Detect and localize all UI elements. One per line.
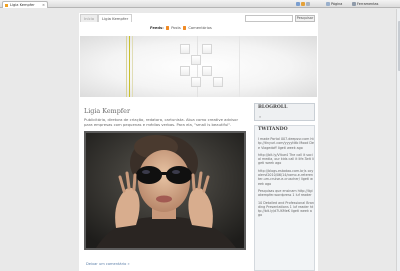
tools-menu[interactable]: Ferramentas <box>352 1 378 7</box>
banner-square <box>202 66 212 76</box>
print-icon <box>306 2 310 6</box>
banner-square <box>180 66 190 76</box>
twitter-widget: TWITANDO I made Portal 007.deepsvr.com h… <box>254 125 315 271</box>
twitter-title: TWITANDO <box>258 127 288 132</box>
blogroll-bullet[interactable]: » <box>259 115 261 119</box>
banner-line <box>197 36 198 97</box>
banner-line <box>239 36 240 97</box>
post-title[interactable]: Ligia Kempfer <box>84 107 130 115</box>
feed-icon <box>301 2 305 6</box>
page-menu-label: Página <box>331 2 343 6</box>
tweet-item[interactable]: http://bit.ly/Vltue4 The call it social … <box>258 153 314 166</box>
banner-square <box>202 44 212 54</box>
banner-square <box>180 44 190 54</box>
nav-tab-home[interactable]: Início <box>80 14 99 22</box>
browser-chrome: Ligia Kempfer × Página Ferramentas <box>0 0 400 8</box>
home-icon <box>296 2 300 6</box>
blogroll-widget: BLOGROLL » <box>254 103 315 121</box>
home-button[interactable] <box>296 1 310 7</box>
page-icon <box>326 2 330 6</box>
tab-title: Ligia Kempfer <box>10 2 35 7</box>
portrait-image <box>86 133 244 248</box>
banner-line <box>132 36 133 97</box>
comments-link[interactable]: Deixar um comentário » <box>86 262 130 266</box>
tweet-item[interactable]: I made Portal 007.deepsvr.com http://tin… <box>258 137 314 150</box>
feeds-bar: Feeds: Posts Comentários <box>150 26 212 30</box>
blogroll-title: BLOGROLL <box>258 105 288 110</box>
tweet-item[interactable]: http://blogs.estadao.com.br/s ocyalerst2… <box>258 169 314 186</box>
rss-icon <box>165 26 170 30</box>
rss-icon <box>182 26 187 30</box>
tweet-list: I made Portal 007.deepsvr.com http://tin… <box>258 137 314 221</box>
tab-favicon-icon <box>5 3 8 7</box>
nav-tab-active[interactable]: Ligia Kempfer <box>98 14 133 22</box>
top-navigation: Início Ligia Kempfer Pesquisar <box>79 14 318 23</box>
banner-square <box>191 77 201 87</box>
feeds-label: Feeds: <box>150 26 164 30</box>
header-banner <box>80 36 317 97</box>
tab-close-icon[interactable]: × <box>42 3 45 7</box>
tools-menu-label: Ferramentas <box>357 2 379 6</box>
post-text: Publicitária, diretora de criação, redat… <box>84 117 239 127</box>
tools-icon <box>352 2 356 6</box>
tweet-item[interactable]: 10 Detailed and Professional Branding Pr… <box>258 201 314 218</box>
banner-line <box>129 36 130 97</box>
page-scrollbar[interactable] <box>396 9 400 271</box>
feed-posts-link[interactable]: Posts <box>171 26 181 30</box>
search-button[interactable]: Pesquisar <box>295 15 315 22</box>
banner-line <box>126 36 127 97</box>
tweet-item[interactable]: Pesquisas que ensinam http://ligiakempfe… <box>258 189 314 198</box>
banner-square <box>213 77 223 87</box>
search-input[interactable] <box>245 15 293 22</box>
banner-square <box>191 55 201 65</box>
page-menu[interactable]: Página <box>326 1 342 7</box>
browser-tab[interactable]: Ligia Kempfer × <box>2 1 48 8</box>
feed-comments-link[interactable]: Comentários <box>188 26 211 30</box>
post-photo <box>84 131 246 250</box>
